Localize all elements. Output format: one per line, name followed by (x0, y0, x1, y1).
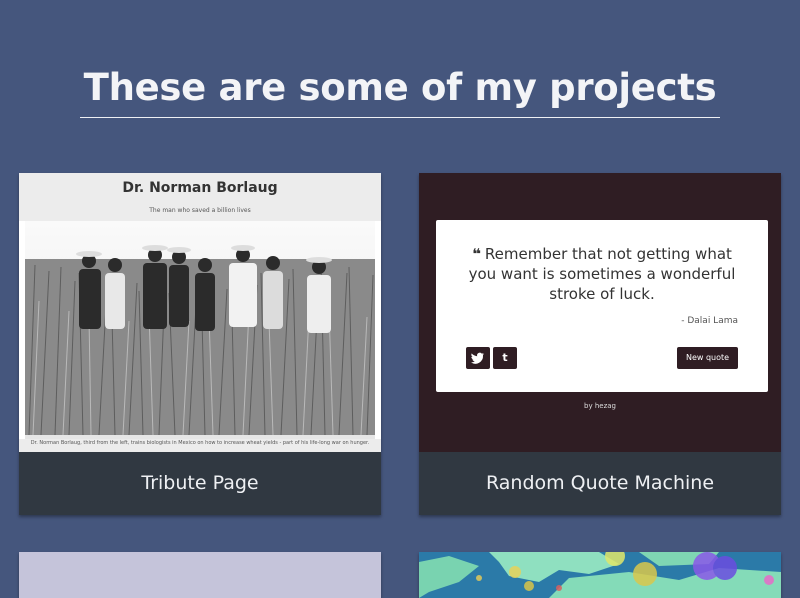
byline: by hezag (584, 402, 616, 410)
thumbnail-heading: Dr. Norman Borlaug (122, 180, 278, 196)
tumblr-icon: t (493, 347, 517, 369)
quote-mark-icon: ❝ (472, 245, 481, 263)
project-title[interactable]: Random Quote Machine (419, 452, 781, 515)
twitter-icon (466, 347, 490, 369)
new-quote-button: New quote (677, 347, 738, 369)
project-card-3[interactable] (19, 552, 381, 598)
map-thumbnail-image (419, 552, 781, 598)
project-thumbnail[interactable]: ❝ Remember that not getting what you want… (419, 173, 781, 452)
project-thumbnail[interactable] (419, 552, 781, 598)
quote-box: ❝ Remember that not getting what you want… (436, 220, 768, 392)
thumbnail-caption: Dr. Norman Borlaug, third from the left,… (30, 440, 370, 446)
projects-header: These are some of my projects (80, 62, 720, 118)
quote-author: - Dalai Lama (681, 316, 738, 326)
quote-text: Remember that not getting what you want … (468, 245, 736, 303)
project-title[interactable]: Tribute Page (19, 452, 381, 515)
project-thumbnail[interactable] (19, 552, 381, 598)
field-photo (19, 221, 381, 439)
project-card-tribute-page[interactable]: Dr. Norman Borlaug The man who saved a b… (19, 173, 381, 515)
project-thumbnail[interactable]: Dr. Norman Borlaug The man who saved a b… (19, 173, 381, 452)
projects-section-title: These are some of my projects (83, 66, 717, 109)
quote-text-block: ❝ Remember that not getting what you want… (466, 244, 738, 304)
project-card-4[interactable] (419, 552, 781, 598)
thumbnail-subtitle: The man who saved a billion lives (149, 207, 251, 214)
project-card-random-quote-machine[interactable]: ❝ Remember that not getting what you want… (419, 173, 781, 515)
